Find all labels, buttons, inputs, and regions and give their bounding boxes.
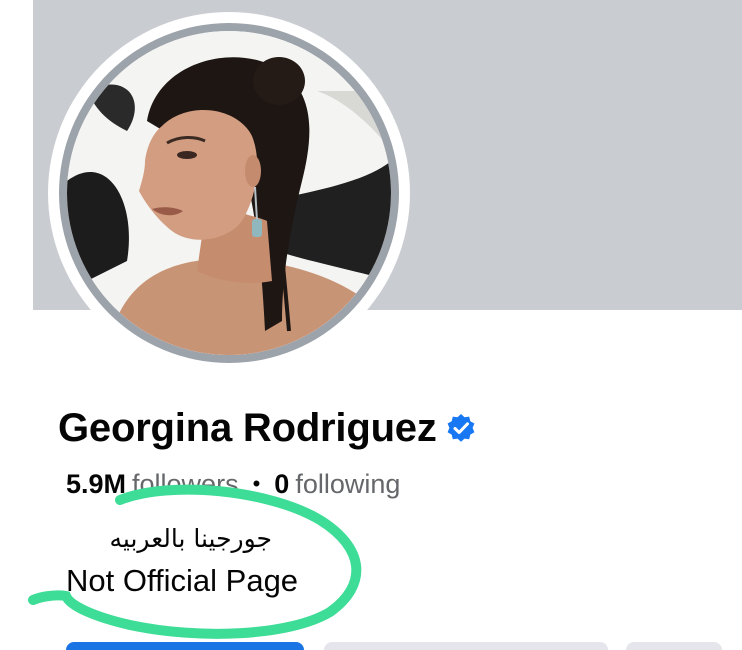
verified-badge-icon[interactable] (445, 412, 477, 444)
bio-arabic-text: جورجينا بالعربيه (109, 524, 273, 553)
following-count[interactable]: 0 (274, 469, 289, 500)
profile-name: Georgina Rodriguez (58, 405, 437, 450)
profile-page: Georgina Rodriguez 5.9M followers • 0 fo… (0, 0, 742, 650)
profile-name-row: Georgina Rodriguez (58, 400, 477, 456)
follow-button[interactable] (66, 642, 304, 650)
profile-photo-icon (67, 31, 391, 355)
profile-stats: 5.9M followers • 0 following (66, 466, 400, 502)
more-options-button[interactable] (626, 642, 722, 650)
followers-count[interactable]: 5.9M (66, 469, 126, 500)
followers-label[interactable]: followers (132, 469, 239, 500)
following-label[interactable]: following (295, 469, 400, 500)
stats-separator: • (252, 471, 261, 496)
bio-note-text: Not Official Page (66, 563, 299, 598)
message-button[interactable] (324, 642, 608, 650)
profile-avatar[interactable] (67, 31, 391, 355)
